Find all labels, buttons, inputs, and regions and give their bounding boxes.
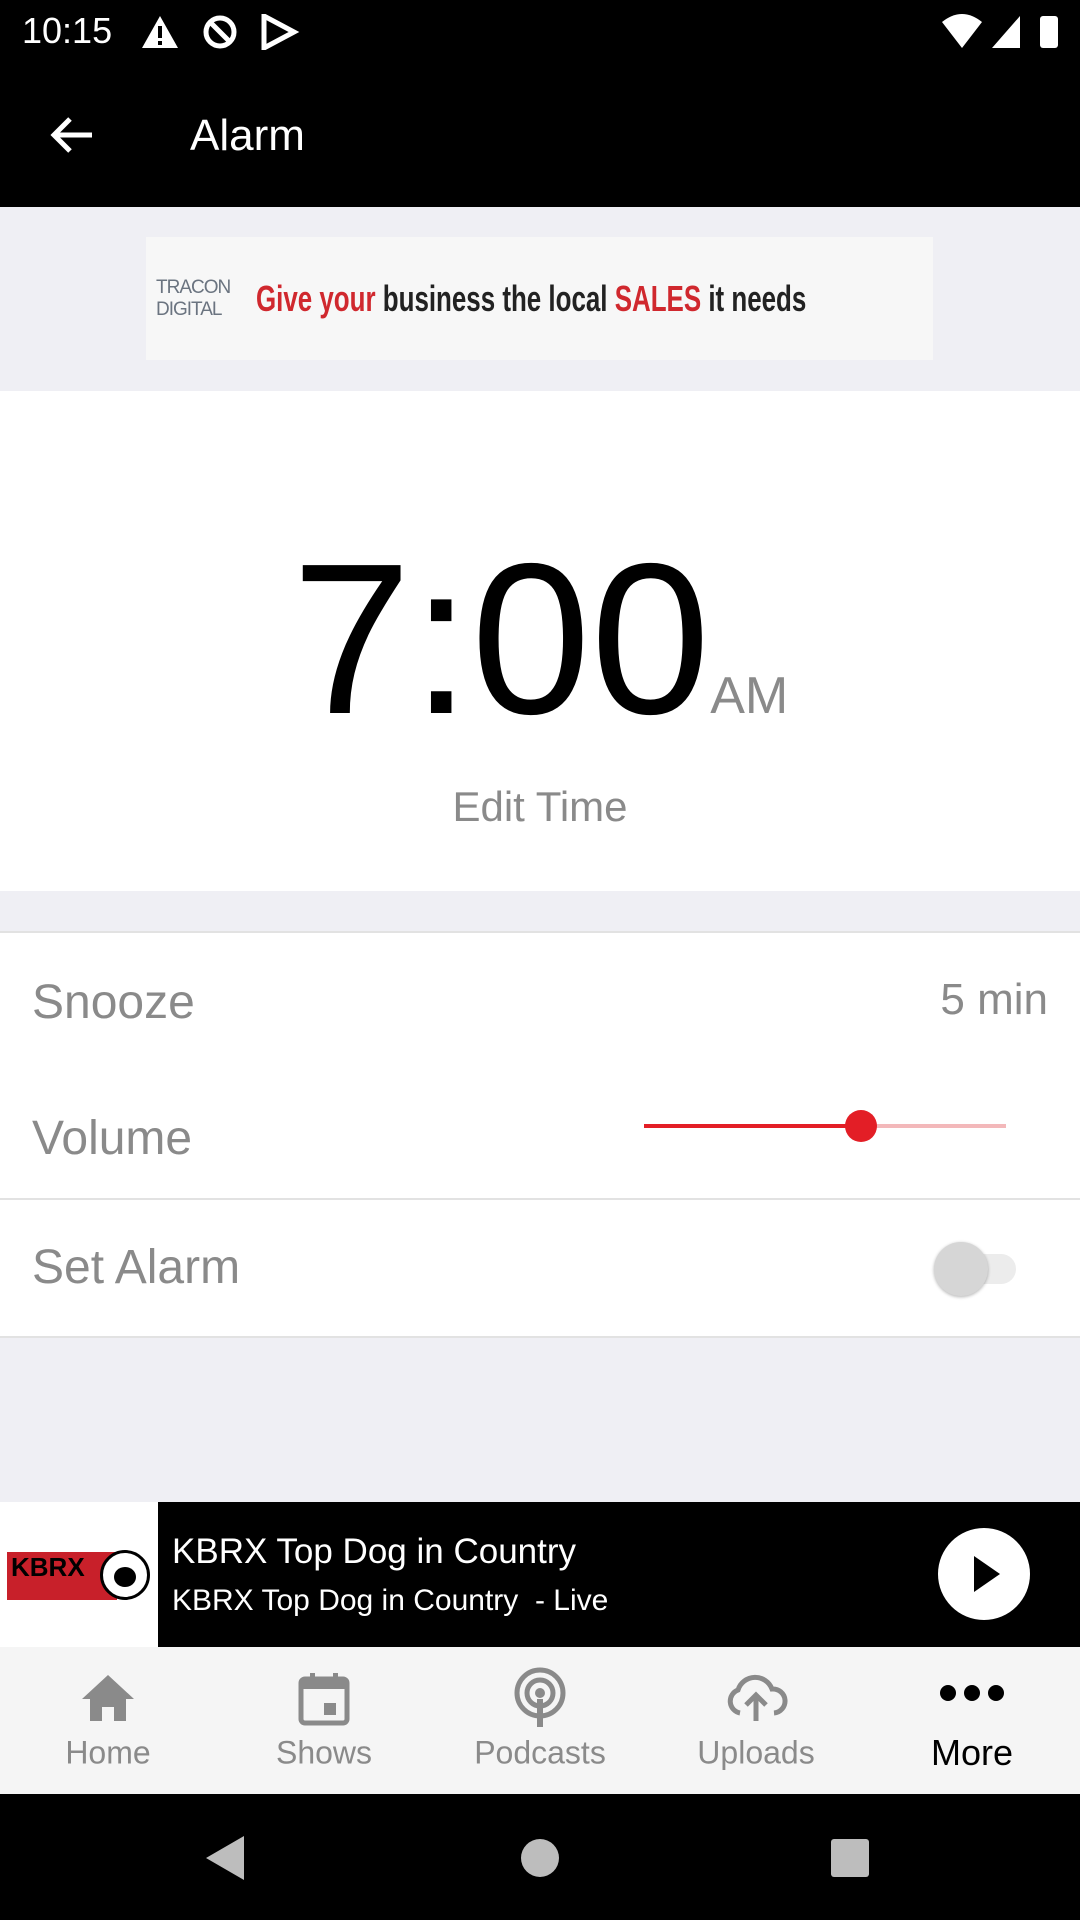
- alarm-time-section: 7:00AM Edit Time: [0, 391, 1080, 891]
- nav-label: More: [930, 1732, 1014, 1773]
- nav-home[interactable]: Home: [0, 1647, 216, 1794]
- nav-podcasts[interactable]: Podcasts: [432, 1647, 648, 1794]
- set-alarm-label: Set Alarm: [32, 1241, 241, 1294]
- nav-more[interactable]: More: [864, 1647, 1080, 1794]
- player-subtitle: KBRX Top Dog in Country - Live: [172, 1584, 609, 1617]
- status-notification-icons: [142, 14, 300, 50]
- ad-text-black1: business the local: [383, 277, 608, 319]
- podcast-icon: [514, 1667, 566, 1727]
- more-dots-icon: [940, 1685, 1004, 1701]
- volume-fill: [644, 1124, 862, 1128]
- edit-time-button[interactable]: Edit Time: [0, 783, 1080, 831]
- status-system-icons: [942, 14, 1058, 48]
- home-icon: [82, 1675, 134, 1721]
- cloud-upload-icon: [727, 1674, 788, 1721]
- calendar-icon: [298, 1673, 350, 1726]
- ad-banner[interactable]: TRACON DIGITAL Give your business the lo…: [146, 237, 933, 360]
- volume-thumb[interactable]: [845, 1110, 878, 1142]
- play-icon: [974, 1556, 1000, 1592]
- nav-uploads[interactable]: Uploads: [648, 1647, 864, 1794]
- system-nav-bar: [0, 1794, 1080, 1920]
- app-bar: Alarm: [0, 63, 1080, 207]
- alarm-time-display[interactable]: 7:00AM: [0, 531, 1080, 746]
- arrow-left-icon[interactable]: [48, 113, 98, 157]
- set-alarm-row: Set Alarm: [0, 1198, 1080, 1338]
- ad-area: TRACON DIGITAL Give your business the lo…: [0, 207, 1080, 391]
- alarm-ampm: AM: [710, 667, 789, 725]
- snooze-value: 5 min: [940, 975, 1048, 1024]
- back-triangle-icon[interactable]: [204, 1834, 248, 1882]
- ad-text-black2: it needs: [708, 277, 807, 319]
- bottom-nav: Home Shows Podcasts Uploads More: [0, 1647, 1080, 1794]
- status-bar: 10:15: [0, 0, 1080, 63]
- ad-text-red1: Give your: [256, 277, 376, 319]
- volume-slider[interactable]: [644, 1110, 1006, 1142]
- nav-label: Uploads: [697, 1734, 815, 1771]
- recents-square-icon[interactable]: [830, 1838, 870, 1878]
- nav-label: Home: [65, 1734, 151, 1771]
- ad-brand: TRACON DIGITAL: [156, 276, 231, 320]
- nav-label: Podcasts: [474, 1734, 606, 1771]
- set-alarm-toggle[interactable]: [934, 1242, 1016, 1296]
- volume-row: Volume: [0, 1069, 1080, 1200]
- toggle-thumb: [934, 1242, 988, 1296]
- now-playing-bar[interactable]: KBRX KBRX Top Dog in Country KBRX Top Do…: [0, 1502, 1080, 1647]
- nav-label: Shows: [275, 1734, 373, 1771]
- play-button[interactable]: [938, 1528, 1030, 1620]
- alarm-time: 7:00: [291, 518, 711, 759]
- ad-text-red2: SALES: [614, 277, 702, 319]
- volume-label: Volume: [32, 1112, 193, 1165]
- player-title: KBRX Top Dog in Country: [172, 1532, 577, 1571]
- snooze-row[interactable]: Snooze 5 min: [0, 931, 1080, 1071]
- nav-shows[interactable]: Shows: [216, 1647, 432, 1794]
- station-logo: KBRX: [0, 1502, 158, 1647]
- page-title: Alarm: [190, 111, 305, 160]
- home-circle-icon[interactable]: [520, 1838, 560, 1878]
- snooze-label: Snooze: [32, 976, 195, 1029]
- status-time: 10:15: [22, 10, 113, 51]
